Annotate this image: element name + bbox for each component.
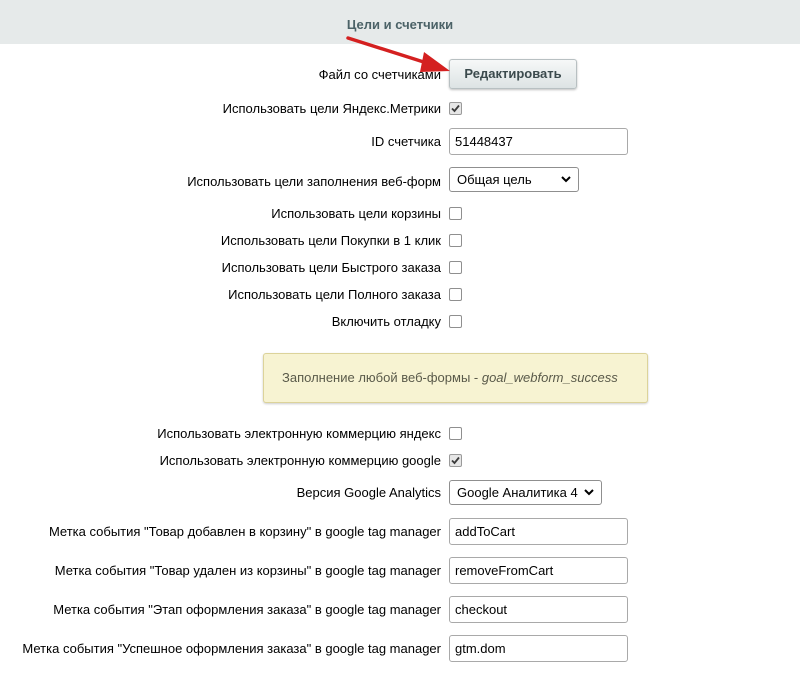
ga-version-label: Версия Google Analytics xyxy=(296,485,441,500)
webform-goal-note: Заполнение любой веб-формы - goal_webfor… xyxy=(263,353,648,403)
ecommerce-yandex-label: Использовать электронную коммерцию яндек… xyxy=(157,426,441,441)
red-arrow-annotation xyxy=(346,36,450,72)
gtm-remove-from-cart-input[interactable]: removeFromCart xyxy=(449,557,628,584)
full-order-goals-label: Использовать цели Полного заказа xyxy=(228,287,441,302)
gtm-order-success-input[interactable]: gtm.dom xyxy=(449,635,628,662)
counter-id-input[interactable]: 51448437 xyxy=(449,128,628,155)
gtm-order-success-label: Метка события "Успешное оформления заказ… xyxy=(22,641,441,656)
gtm-add-to-cart-label: Метка события "Товар добавлен в корзину"… xyxy=(48,524,441,539)
chevron-down-icon xyxy=(584,489,594,496)
note-text: Заполнение любой веб-формы - xyxy=(282,370,482,385)
check-icon xyxy=(451,104,460,113)
gtm-checkout-input[interactable]: checkout xyxy=(449,596,628,623)
webform-goals-value: Общая цель xyxy=(457,172,532,187)
debug-label: Включить отладку xyxy=(331,314,441,329)
cart-goals-label: Использовать цели корзины xyxy=(271,206,441,221)
full-order-goals-checkbox[interactable] xyxy=(449,288,462,301)
one-click-goals-label: Использовать цели Покупки в 1 клик xyxy=(220,233,441,248)
edit-button[interactable]: Редактировать xyxy=(449,59,577,89)
gtm-remove-from-cart-label: Метка события "Товар удален из корзины" … xyxy=(54,563,441,578)
ecommerce-yandex-checkbox[interactable] xyxy=(449,427,462,440)
counter-id-label: ID счетчика xyxy=(371,134,441,149)
quick-order-goals-checkbox[interactable] xyxy=(449,261,462,274)
check-icon xyxy=(451,456,460,465)
gtm-add-to-cart-input[interactable]: addToCart xyxy=(449,518,628,545)
one-click-goals-checkbox[interactable] xyxy=(449,234,462,247)
use-yandex-goals-checkbox[interactable] xyxy=(449,102,462,115)
ecommerce-google-label: Использовать электронную коммерцию googl… xyxy=(159,453,441,468)
cart-goals-checkbox[interactable] xyxy=(449,207,462,220)
ecommerce-google-checkbox[interactable] xyxy=(449,454,462,467)
gtm-checkout-label: Метка события "Этап оформления заказа" в… xyxy=(53,602,441,617)
use-yandex-goals-label: Использовать цели Яндекс.Метрики xyxy=(222,101,441,116)
quick-order-goals-label: Использовать цели Быстрого заказа xyxy=(221,260,441,275)
webform-goals-select[interactable]: Общая цель xyxy=(449,167,579,192)
ga-version-select[interactable]: Google Аналитика 4 xyxy=(449,480,602,505)
note-goal-code: goal_webform_success xyxy=(481,370,618,385)
chevron-down-icon xyxy=(561,176,571,183)
debug-checkbox[interactable] xyxy=(449,315,462,328)
webform-goals-label: Использовать цели заполнения веб-форм xyxy=(187,174,441,189)
ga-version-value: Google Аналитика 4 xyxy=(457,485,578,500)
